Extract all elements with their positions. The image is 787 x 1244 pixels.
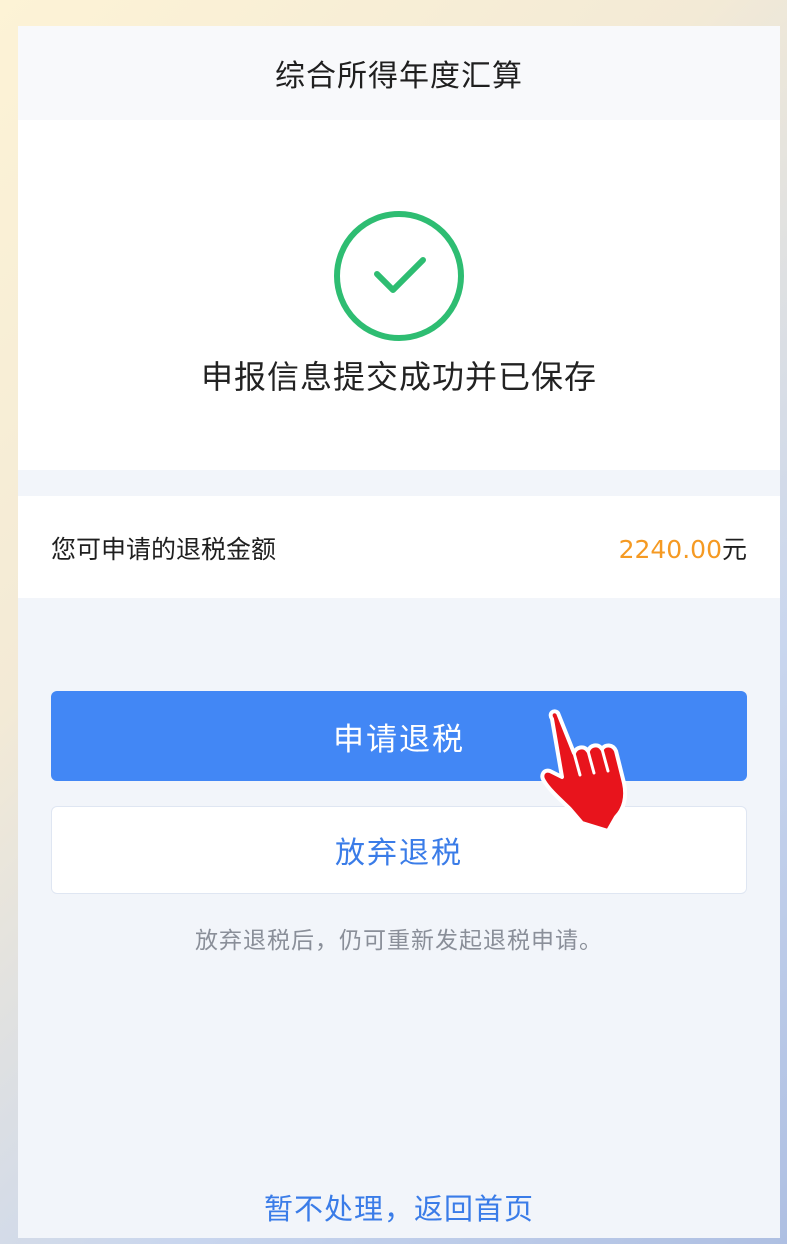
back-home-link[interactable]: 暂不处理，返回首页 — [18, 1186, 780, 1228]
hand-pointer-icon — [540, 709, 628, 833]
success-panel: 申报信息提交成功并已保存 — [18, 120, 780, 470]
success-message: 申报信息提交成功并已保存 — [200, 358, 597, 396]
give-up-hint: 放弃退税后，仍可重新发起退税申请。 — [195, 928, 603, 954]
refund-amount-row: 您可申请的退税金额 2240.00元 — [18, 496, 780, 598]
check-circle-icon — [334, 211, 464, 341]
give-up-refund-button[interactable]: 放弃退税 — [51, 806, 747, 894]
nav-bar: 综合所得年度汇算 — [18, 26, 780, 120]
refund-amount-number: 2240.00 — [618, 535, 722, 564]
refund-amount-unit: 元 — [721, 535, 747, 564]
app-screen: 综合所得年度汇算 申报信息提交成功并已保存 您可申请的退税金额 2240.00元… — [18, 26, 780, 1238]
apply-refund-button[interactable]: 申请退税 — [51, 691, 747, 781]
refund-amount-label: 您可申请的退税金额 — [51, 535, 277, 564]
page-title: 综合所得年度汇算 — [275, 59, 523, 94]
refund-amount-value: 2240.00元 — [619, 530, 747, 566]
